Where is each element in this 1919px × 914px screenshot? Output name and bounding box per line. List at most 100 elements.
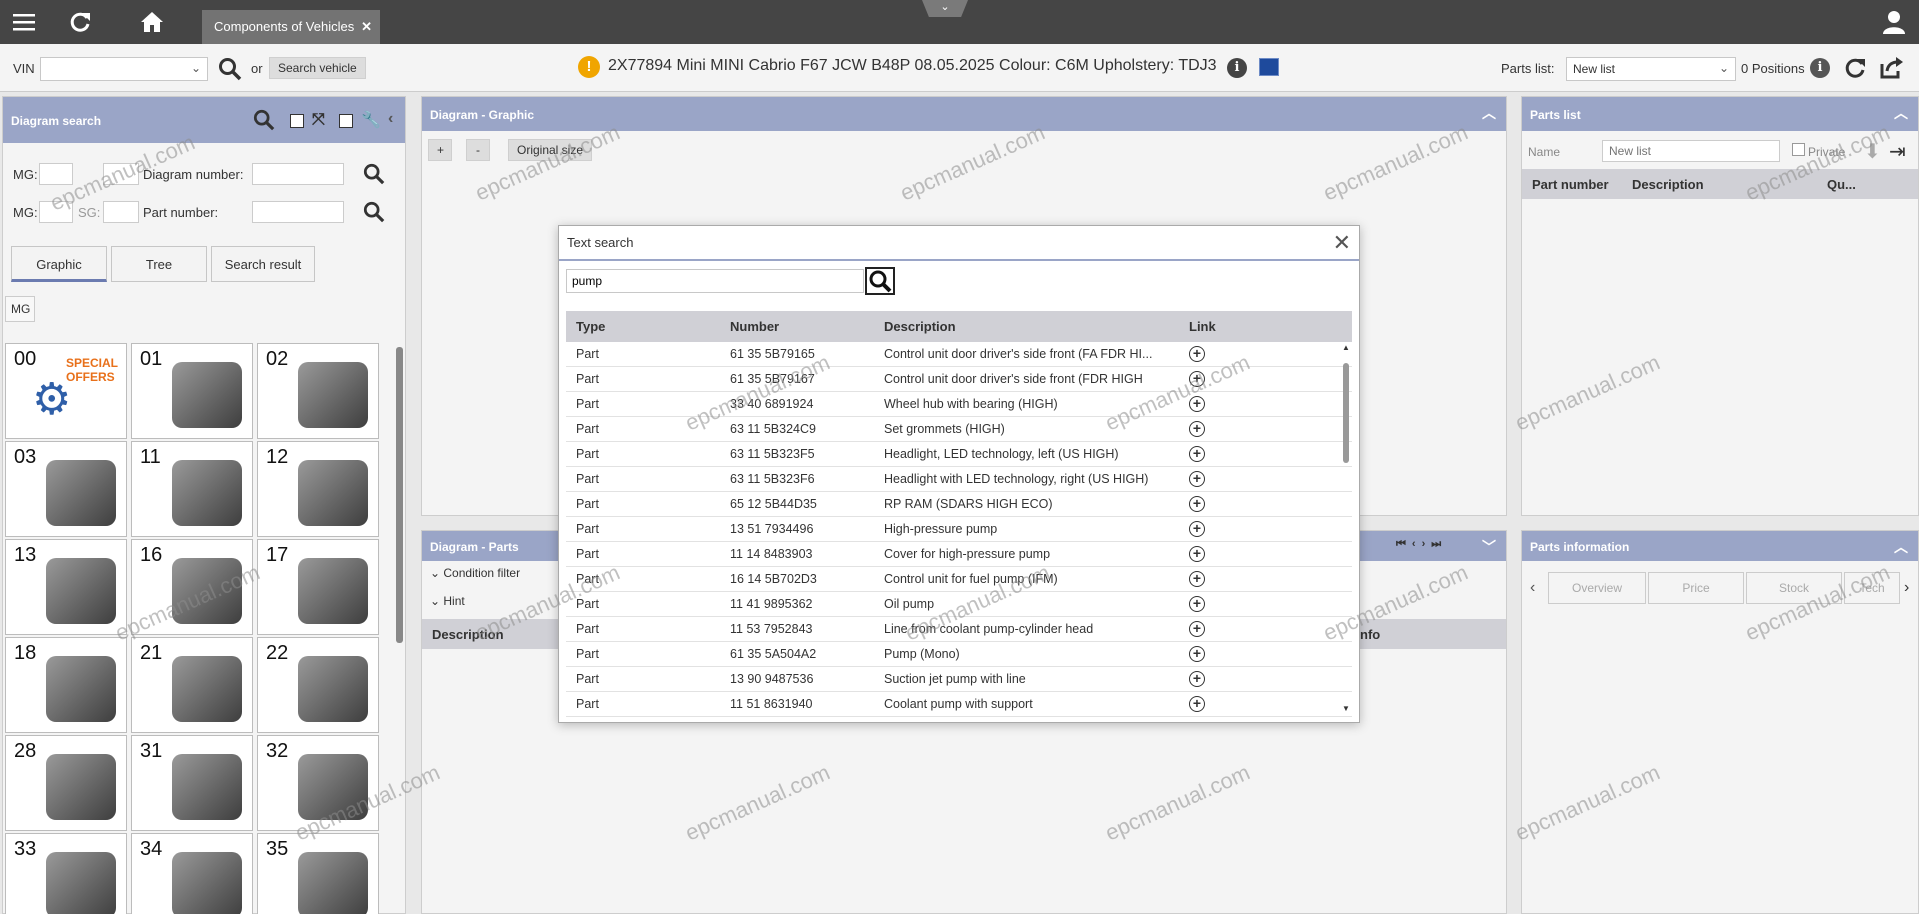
chevron-up-icon[interactable]: ︿ bbox=[1482, 103, 1496, 123]
mg-tab[interactable]: MG bbox=[5, 296, 35, 322]
mg-tile[interactable]: 00 SPECIAL OFFERS ⚙ bbox=[5, 343, 127, 439]
table-row[interactable]: Part 13 51 7934496 High-pressure pump + bbox=[566, 517, 1352, 542]
expand-icon[interactable]: ⤧ bbox=[312, 111, 325, 129]
mg-tile[interactable]: 28 bbox=[5, 735, 127, 831]
sg-field[interactable] bbox=[103, 163, 139, 185]
add-link-icon[interactable]: + bbox=[1189, 596, 1205, 612]
table-row[interactable]: Part 16 14 5B702D3 Control unit for fuel p… bbox=[566, 567, 1352, 592]
add-link-icon[interactable]: + bbox=[1189, 346, 1205, 362]
tab-stock[interactable]: Stock bbox=[1746, 572, 1842, 604]
add-link-icon[interactable]: + bbox=[1189, 571, 1205, 587]
add-link-icon[interactable]: + bbox=[1189, 646, 1205, 662]
mg-tile[interactable]: 22 bbox=[257, 637, 379, 733]
tree-button[interactable]: Tree bbox=[111, 246, 207, 282]
tools-icon[interactable]: 🔧 bbox=[361, 110, 381, 130]
chevron-left-icon[interactable]: ‹ bbox=[388, 110, 393, 128]
parts-list-select[interactable]: New list ⌄ bbox=[1566, 57, 1736, 81]
add-link-icon[interactable]: + bbox=[1189, 546, 1205, 562]
table-row[interactable]: Part 61 35 5B79167 Control unit door drive… bbox=[566, 367, 1352, 392]
search-icon[interactable] bbox=[363, 163, 385, 188]
mg-tile[interactable]: 32 bbox=[257, 735, 379, 831]
chevron-up-icon[interactable]: ︿ bbox=[1894, 537, 1908, 557]
table-row[interactable]: Part 61 35 5A504A2 Pump (Mono) + bbox=[566, 642, 1352, 667]
search-result-button[interactable]: Search result bbox=[211, 246, 315, 282]
condition-filter-toggle[interactable]: ⌄ Condition filter bbox=[430, 566, 520, 580]
table-row[interactable]: Part 13 90 9487536 Suction jet pump with l… bbox=[566, 667, 1352, 692]
tab-overview[interactable]: Overview bbox=[1548, 572, 1646, 604]
close-icon[interactable]: ✕ bbox=[361, 19, 372, 35]
private-checkbox[interactable] bbox=[1792, 143, 1805, 156]
chevron-right-icon[interactable]: › bbox=[1904, 579, 1909, 597]
add-link-icon[interactable]: + bbox=[1189, 521, 1205, 537]
add-link-icon[interactable]: + bbox=[1189, 396, 1205, 412]
mg-tile[interactable]: 11 bbox=[131, 441, 253, 537]
mg-tile[interactable]: 16 bbox=[131, 539, 253, 635]
checkbox-icon[interactable] bbox=[339, 114, 353, 128]
add-link-icon[interactable]: + bbox=[1189, 421, 1205, 437]
sg-field[interactable] bbox=[103, 201, 139, 223]
search-vehicle-button[interactable]: Search vehicle bbox=[269, 57, 366, 79]
add-link-icon[interactable]: + bbox=[1189, 446, 1205, 462]
mg-tile[interactable]: 03 bbox=[5, 441, 127, 537]
graphic-button[interactable]: Graphic bbox=[11, 246, 107, 282]
checkbox-icon[interactable] bbox=[290, 114, 304, 128]
pagination-icons[interactable]: ⏮‹›⏭ bbox=[1396, 538, 1447, 551]
mg-tile[interactable]: 35 bbox=[257, 833, 379, 914]
add-link-icon[interactable]: + bbox=[1189, 696, 1205, 712]
mg-tile[interactable]: 13 bbox=[5, 539, 127, 635]
search-button[interactable] bbox=[865, 267, 895, 295]
add-link-icon[interactable]: + bbox=[1189, 621, 1205, 637]
tab-price[interactable]: Price bbox=[1648, 572, 1744, 604]
scroll-up-icon[interactable]: ▲ bbox=[1342, 343, 1350, 352]
search-icon[interactable] bbox=[253, 109, 275, 134]
table-row[interactable]: Part 63 11 5B323F6 Headlight with LED tech… bbox=[566, 467, 1352, 492]
mg-tile[interactable]: 17 bbox=[257, 539, 379, 635]
search-icon[interactable] bbox=[218, 57, 242, 84]
table-row[interactable]: Part 63 11 5B323F5 Headlight, LED technolo… bbox=[566, 442, 1352, 467]
zoom-in-button[interactable]: + bbox=[428, 139, 452, 161]
tab-tech[interactable]: Tech bbox=[1844, 572, 1900, 604]
diagram-number-field[interactable] bbox=[252, 163, 344, 185]
add-link-icon[interactable]: + bbox=[1189, 671, 1205, 687]
mg-tile[interactable]: 31 bbox=[131, 735, 253, 831]
download-icon[interactable]: ⬇ bbox=[1864, 139, 1881, 164]
mg-tile[interactable]: 34 bbox=[131, 833, 253, 914]
import-icon[interactable]: ⇥ bbox=[1889, 139, 1906, 164]
vin-select[interactable]: ⌄ bbox=[40, 57, 208, 81]
refresh-icon[interactable] bbox=[66, 8, 94, 36]
mg-tile[interactable]: 02 bbox=[257, 343, 379, 439]
chevron-down-icon[interactable]: ⌄ bbox=[922, 0, 968, 17]
mg-field[interactable] bbox=[39, 163, 73, 185]
info-icon[interactable]: i bbox=[1810, 58, 1830, 78]
search-icon[interactable] bbox=[363, 201, 385, 226]
table-row[interactable]: Part 11 14 8483903 Cover for high-pressure… bbox=[566, 542, 1352, 567]
mg-tile[interactable]: 18 bbox=[5, 637, 127, 733]
info-icon[interactable]: i bbox=[1227, 58, 1247, 78]
mg-tile[interactable]: 01 bbox=[131, 343, 253, 439]
table-row[interactable]: Part 61 35 5B79165 Control unit door drive… bbox=[566, 342, 1352, 367]
home-icon[interactable] bbox=[138, 8, 166, 36]
tab-components-of-vehicles[interactable]: Components of Vehicles ✕ bbox=[202, 10, 380, 44]
add-link-icon[interactable]: + bbox=[1189, 471, 1205, 487]
refresh-icon[interactable] bbox=[1843, 56, 1867, 83]
scrollbar[interactable] bbox=[396, 347, 403, 643]
table-row[interactable]: Part 11 51 8631940 Coolant pump with suppo… bbox=[566, 692, 1352, 717]
user-icon[interactable] bbox=[1880, 8, 1908, 36]
table-row[interactable]: Part 65 12 5B44D35 RP RAM (SDARS HIGH ECO)… bbox=[566, 492, 1352, 517]
mg-tile[interactable]: 21 bbox=[131, 637, 253, 733]
scroll-down-icon[interactable]: ▼ bbox=[1342, 704, 1350, 713]
zoom-out-button[interactable]: - bbox=[466, 139, 490, 161]
mg-field[interactable] bbox=[39, 201, 73, 223]
hint-toggle[interactable]: ⌄ Hint bbox=[430, 594, 465, 608]
text-search-input[interactable] bbox=[566, 269, 864, 293]
chevron-left-icon[interactable]: ‹ bbox=[1530, 579, 1535, 597]
close-icon[interactable]: ✕ bbox=[1333, 230, 1351, 256]
menu-icon[interactable] bbox=[10, 8, 38, 36]
export-icon[interactable] bbox=[1878, 56, 1904, 83]
original-size-button[interactable]: Original size bbox=[508, 139, 593, 161]
table-row[interactable]: Part 11 41 9895362 Oil pump + bbox=[566, 592, 1352, 617]
results-scrollbar[interactable]: ▲ ▼ bbox=[1340, 343, 1352, 713]
chevron-down-icon[interactable]: ﹀ bbox=[1482, 537, 1496, 557]
table-row[interactable]: Part 33 40 6891924 Wheel hub with bearing … bbox=[566, 392, 1352, 417]
table-row[interactable]: Part 11 53 7952843 Line from coolant pump-… bbox=[566, 617, 1352, 642]
